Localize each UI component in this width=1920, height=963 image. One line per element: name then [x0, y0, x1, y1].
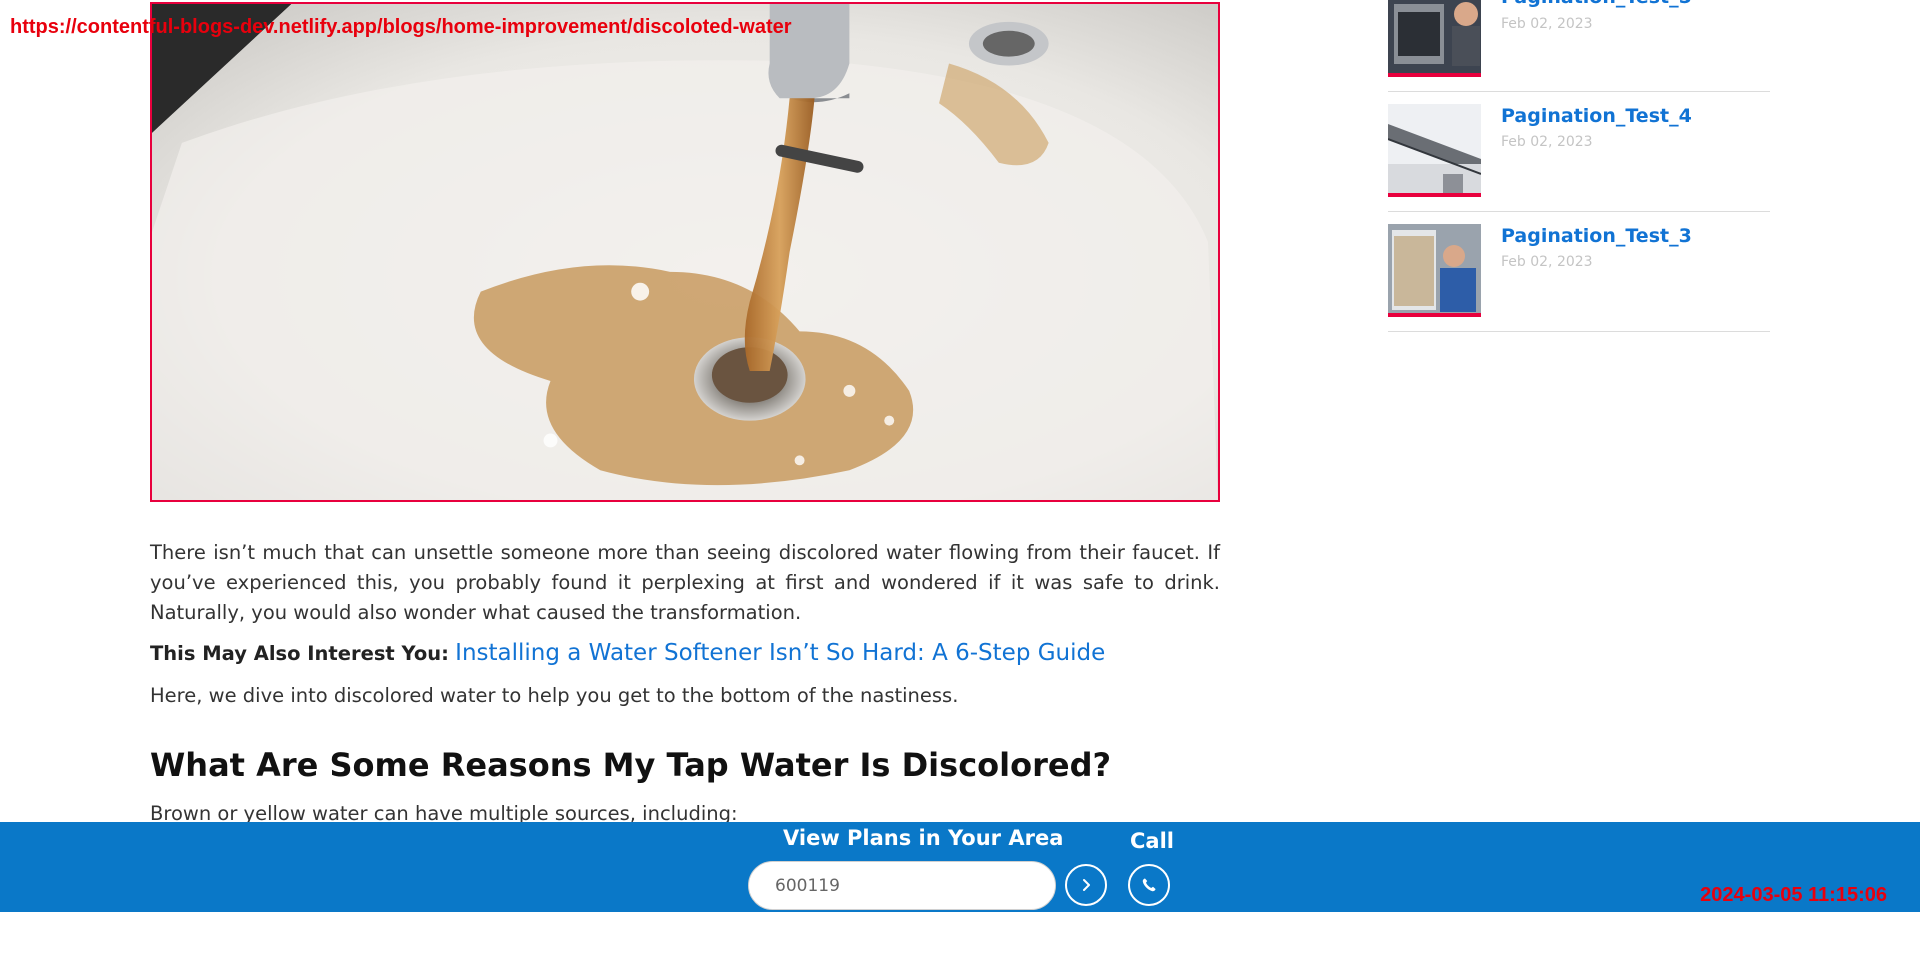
recent-post-item[interactable]: Pagination_Test_5 Feb 02, 2023 [1388, 0, 1770, 92]
call-label: Call [1130, 829, 1174, 853]
article-body: There isn’t much that can unsettle someo… [150, 538, 1220, 829]
post-date: Feb 02, 2023 [1501, 134, 1593, 150]
related-post-callout: This May Also Interest You: Installing a… [150, 638, 1220, 669]
article-intro: There isn’t much that can unsettle someo… [150, 541, 1220, 624]
post-thumbnail[interactable] [1388, 224, 1481, 317]
post-date: Feb 02, 2023 [1501, 254, 1593, 270]
sink-illustration [152, 4, 1218, 500]
call-button[interactable] [1128, 864, 1170, 906]
related-post-link[interactable]: Installing a Water Softener Isn’t So Har… [455, 640, 1105, 666]
post-title[interactable]: Pagination_Test_5 [1501, 0, 1692, 8]
related-post-label: This May Also Interest You: [150, 642, 449, 665]
post-thumbnail[interactable] [1388, 104, 1481, 197]
recent-post-item[interactable]: Pagination_Test_4 Feb 02, 2023 [1388, 92, 1770, 212]
recent-posts-sidebar: Pagination_Test_5 Feb 02, 2023 Paginatio… [1388, 0, 1770, 332]
technician-with-dishwasher-thumb [1388, 0, 1481, 73]
phone-icon [1142, 878, 1156, 892]
section-heading: What Are Some Reasons My Tap Water Is Di… [150, 746, 1112, 784]
post-date: Feb 02, 2023 [1501, 16, 1593, 32]
post-title[interactable]: Pagination_Test_3 [1501, 225, 1692, 247]
zip-code-input[interactable] [748, 861, 1056, 910]
sticky-plans-bar: View Plans in Your Area Call [0, 822, 1920, 912]
post-thumbnail[interactable] [1388, 0, 1481, 77]
chevron-right-icon [1083, 879, 1090, 891]
hero-image [150, 2, 1220, 502]
url-overlay: https://contentful-blogs-dev.netlify.app… [10, 16, 792, 38]
technician-at-fridge-thumb [1388, 224, 1481, 313]
view-plans-label: View Plans in Your Area [783, 826, 1064, 850]
view-plans-go-button[interactable] [1065, 864, 1107, 906]
recent-post-item[interactable]: Pagination_Test_3 Feb 02, 2023 [1388, 212, 1770, 332]
house-roof-gutter-thumb [1388, 104, 1481, 193]
article-paragraph: Here, we dive into discolored water to h… [150, 684, 959, 707]
post-title[interactable]: Pagination_Test_4 [1501, 105, 1692, 127]
timestamp-overlay: 2024-03-05 11:15:06 [1700, 884, 1887, 906]
